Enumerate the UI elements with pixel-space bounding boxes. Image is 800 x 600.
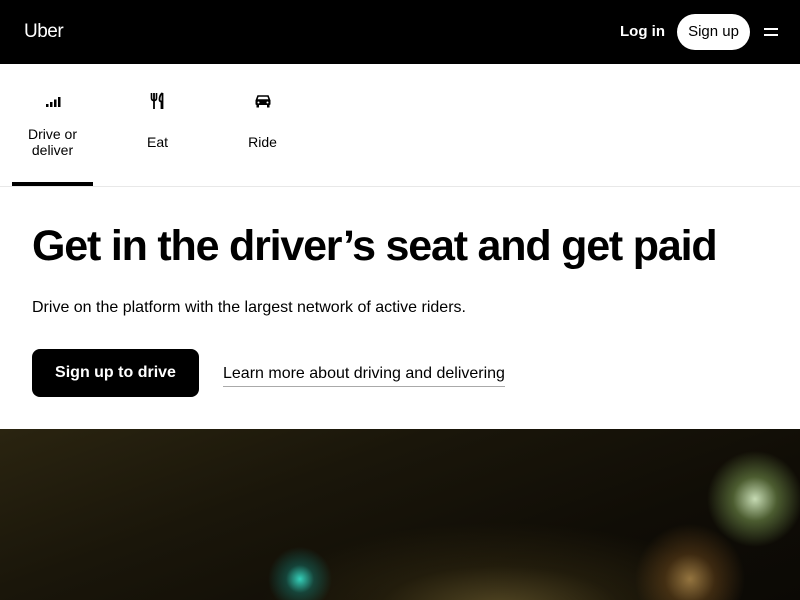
page-subtitle: Drive on the platform with the largest n… [32,299,466,316]
signal-bars-icon [45,97,60,107]
tab-drive-or-deliver[interactable]: Drive or deliver [12,64,93,186]
tab-label-drive-or-deliver: Drive or deliver [27,126,77,158]
uber-logo[interactable]: Uber [24,20,64,44]
signup-button[interactable]: Sign up [677,14,750,50]
page-headline: Get in the driver’s seat and get paid [32,222,718,270]
hero-image-driver [0,429,800,600]
top-navigation-bar: Uber Log in Sign up [0,0,800,64]
car-icon [254,95,271,108]
fork-knife-icon [150,92,163,109]
login-link[interactable]: Log in [620,22,665,42]
hamburger-menu-icon[interactable] [764,25,780,39]
tab-label-ride: Ride [248,134,277,150]
product-tabs: Drive or deliver Eat Ride [0,64,800,187]
sign-up-to-drive-button[interactable]: Sign up to drive [32,349,199,397]
learn-more-link[interactable]: Learn more about driving and delivering [223,363,505,387]
tab-label-eat: Eat [146,134,168,150]
tab-eat[interactable]: Eat [117,64,198,186]
tab-ride[interactable]: Ride [222,64,303,186]
